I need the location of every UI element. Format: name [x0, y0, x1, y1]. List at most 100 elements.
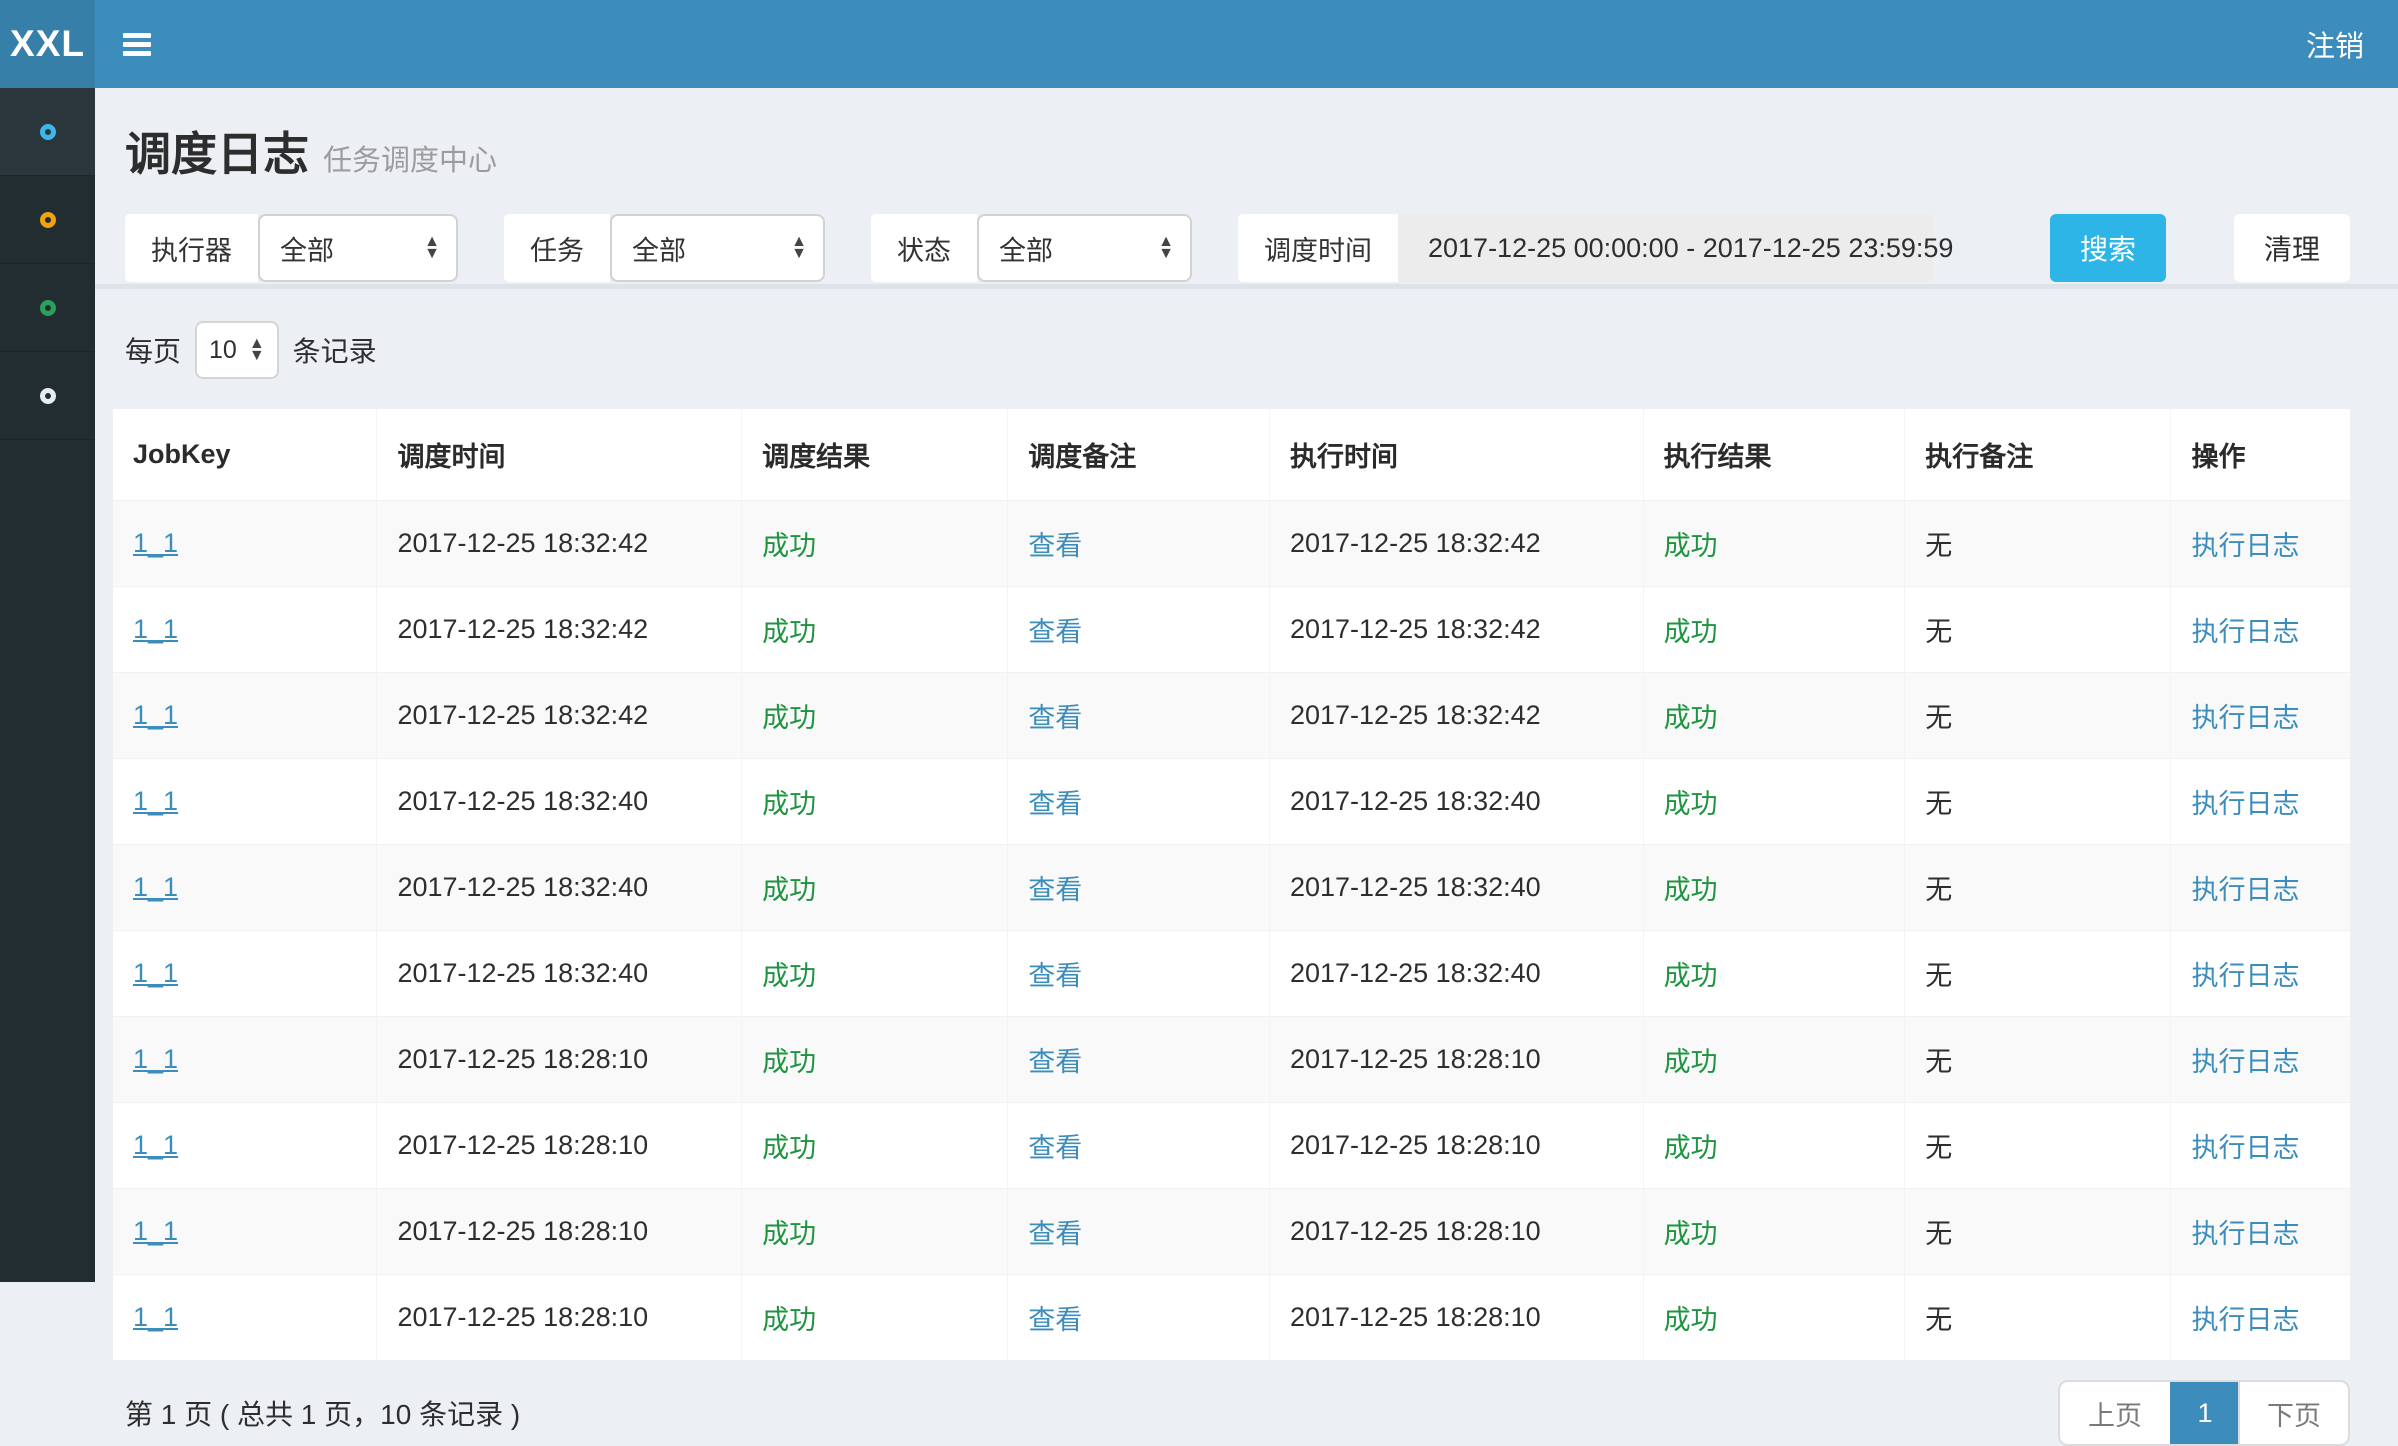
toolbar-divider [95, 284, 2398, 289]
trigger-time: 2017-12-25 18:28:10 [397, 1130, 648, 1160]
jobkey-link[interactable]: 1_1 [133, 1216, 178, 1246]
search-button[interactable]: 搜索 [2050, 214, 2166, 282]
select-stepper-icon: ▲▼ [424, 236, 440, 259]
handle-msg: 无 [1925, 1047, 1952, 1077]
exec-log-link[interactable]: 执行日志 [2191, 703, 2299, 733]
select-stepper-icon: ▲▼ [249, 338, 265, 361]
logout-link[interactable]: 注销 [2306, 23, 2364, 65]
next-page-button[interactable]: 下页 [2238, 1382, 2348, 1444]
column-header: 执行结果 [1643, 409, 1905, 501]
exec-log-link[interactable]: 执行日志 [2191, 1047, 2299, 1077]
status-select[interactable]: 全部 ▲▼ [977, 214, 1192, 282]
page-title: 调度日志 [125, 118, 309, 184]
column-header: 调度结果 [742, 409, 1008, 501]
status-filter-label: 状态 [871, 214, 977, 282]
circle-icon [40, 212, 56, 228]
page-subtitle: 任务调度中心 [323, 137, 497, 179]
handle-msg: 无 [1925, 875, 1952, 905]
table-row: 1_12017-12-25 18:28:10成功查看2017-12-25 18:… [113, 1189, 2350, 1275]
jobkey-link[interactable]: 1_1 [133, 872, 178, 902]
view-trigger-msg-link[interactable]: 查看 [1028, 703, 1082, 733]
view-trigger-msg-link[interactable]: 查看 [1028, 531, 1082, 561]
prev-page-button[interactable]: 上页 [2060, 1382, 2170, 1444]
circle-icon [40, 124, 56, 140]
table-row: 1_12017-12-25 18:28:10成功查看2017-12-25 18:… [113, 1017, 2350, 1103]
handle-time: 2017-12-25 18:32:40 [1290, 872, 1541, 902]
view-trigger-msg-link[interactable]: 查看 [1028, 1305, 1082, 1335]
handle-time: 2017-12-25 18:32:42 [1290, 614, 1541, 644]
trigger-result: 成功 [762, 961, 816, 991]
trigger-time: 2017-12-25 18:28:10 [397, 1216, 648, 1246]
job-filter-label: 任务 [504, 214, 610, 282]
exec-log-link[interactable]: 执行日志 [2191, 1219, 2299, 1249]
trigger-result: 成功 [762, 703, 816, 733]
time-filter-group: 调度时间 2017-12-25 00:00:00 - 2017-12-25 23… [1238, 214, 1933, 282]
table-body: 1_12017-12-25 18:32:42成功查看2017-12-25 18:… [113, 501, 2350, 1361]
app-logo[interactable]: XXL [0, 0, 95, 88]
trigger-result: 成功 [762, 875, 816, 905]
circle-icon [40, 300, 56, 316]
executor-select[interactable]: 全部 ▲▼ [258, 214, 458, 282]
handle-msg: 无 [1925, 617, 1952, 647]
jobkey-link[interactable]: 1_1 [133, 528, 178, 558]
trigger-time: 2017-12-25 18:32:40 [397, 786, 648, 816]
table-row: 1_12017-12-25 18:32:40成功查看2017-12-25 18:… [113, 845, 2350, 931]
jobkey-link[interactable]: 1_1 [133, 958, 178, 988]
page-header: 调度日志 任务调度中心 [125, 118, 2350, 184]
view-trigger-msg-link[interactable]: 查看 [1028, 961, 1082, 991]
handle-msg: 无 [1925, 789, 1952, 819]
page-size-select[interactable]: 10 ▲▼ [195, 321, 279, 379]
trigger-result: 成功 [762, 1219, 816, 1249]
jobkey-link[interactable]: 1_1 [133, 786, 178, 816]
clear-button[interactable]: 清理 [2234, 214, 2350, 282]
handle-msg: 无 [1925, 1219, 1952, 1249]
trigger-time: 2017-12-25 18:32:42 [397, 614, 648, 644]
handle-result: 成功 [1664, 1133, 1718, 1163]
handle-time: 2017-12-25 18:28:10 [1290, 1302, 1541, 1332]
select-stepper-icon: ▲▼ [1158, 236, 1174, 259]
trigger-result: 成功 [762, 1133, 816, 1163]
handle-time: 2017-12-25 18:32:42 [1290, 528, 1541, 558]
exec-log-link[interactable]: 执行日志 [2191, 875, 2299, 905]
exec-log-link[interactable]: 执行日志 [2191, 789, 2299, 819]
current-page-button[interactable]: 1 [2170, 1382, 2238, 1444]
view-trigger-msg-link[interactable]: 查看 [1028, 617, 1082, 647]
sidebar-toggle-hamburger-icon[interactable] [123, 33, 151, 56]
handle-msg: 无 [1925, 1133, 1952, 1163]
jobkey-link[interactable]: 1_1 [133, 1130, 178, 1160]
sidebar-item-1[interactable] [0, 88, 95, 176]
pagination: 上页 1 下页 [2058, 1380, 2350, 1446]
handle-result: 成功 [1664, 961, 1718, 991]
view-trigger-msg-link[interactable]: 查看 [1028, 1133, 1082, 1163]
exec-log-link[interactable]: 执行日志 [2191, 531, 2299, 561]
exec-log-link[interactable]: 执行日志 [2191, 1133, 2299, 1163]
jobkey-link[interactable]: 1_1 [133, 1302, 178, 1332]
job-select-value: 全部 [632, 229, 686, 268]
jobkey-link[interactable]: 1_1 [133, 700, 178, 730]
sidebar-item-4[interactable] [0, 352, 95, 440]
view-trigger-msg-link[interactable]: 查看 [1028, 1047, 1082, 1077]
handle-time: 2017-12-25 18:32:40 [1290, 786, 1541, 816]
page-size-control: 每页 10 ▲▼ 条记录 [125, 321, 2350, 379]
exec-log-link[interactable]: 执行日志 [2191, 961, 2299, 991]
exec-log-link[interactable]: 执行日志 [2191, 1305, 2299, 1335]
jobkey-link[interactable]: 1_1 [133, 614, 178, 644]
view-trigger-msg-link[interactable]: 查看 [1028, 789, 1082, 819]
view-trigger-msg-link[interactable]: 查看 [1028, 1219, 1082, 1249]
executor-filter-label: 执行器 [125, 214, 258, 282]
time-range-input[interactable]: 2017-12-25 00:00:00 - 2017-12-25 23:59:5… [1398, 214, 1933, 282]
handle-msg: 无 [1925, 531, 1952, 561]
dispatch-log-table: JobKey调度时间调度结果调度备注执行时间执行结果执行备注操作 1_12017… [113, 409, 2350, 1360]
job-select[interactable]: 全部 ▲▼ [610, 214, 825, 282]
handle-result: 成功 [1664, 789, 1718, 819]
view-trigger-msg-link[interactable]: 查看 [1028, 875, 1082, 905]
sidebar-item-2[interactable] [0, 176, 95, 264]
trigger-time: 2017-12-25 18:32:42 [397, 528, 648, 558]
table-row: 1_12017-12-25 18:32:40成功查看2017-12-25 18:… [113, 931, 2350, 1017]
sidebar-item-3[interactable] [0, 264, 95, 352]
handle-result: 成功 [1664, 875, 1718, 905]
jobkey-link[interactable]: 1_1 [133, 1044, 178, 1074]
exec-log-link[interactable]: 执行日志 [2191, 617, 2299, 647]
time-filter-label: 调度时间 [1238, 214, 1398, 282]
column-header: 执行备注 [1905, 409, 2171, 501]
